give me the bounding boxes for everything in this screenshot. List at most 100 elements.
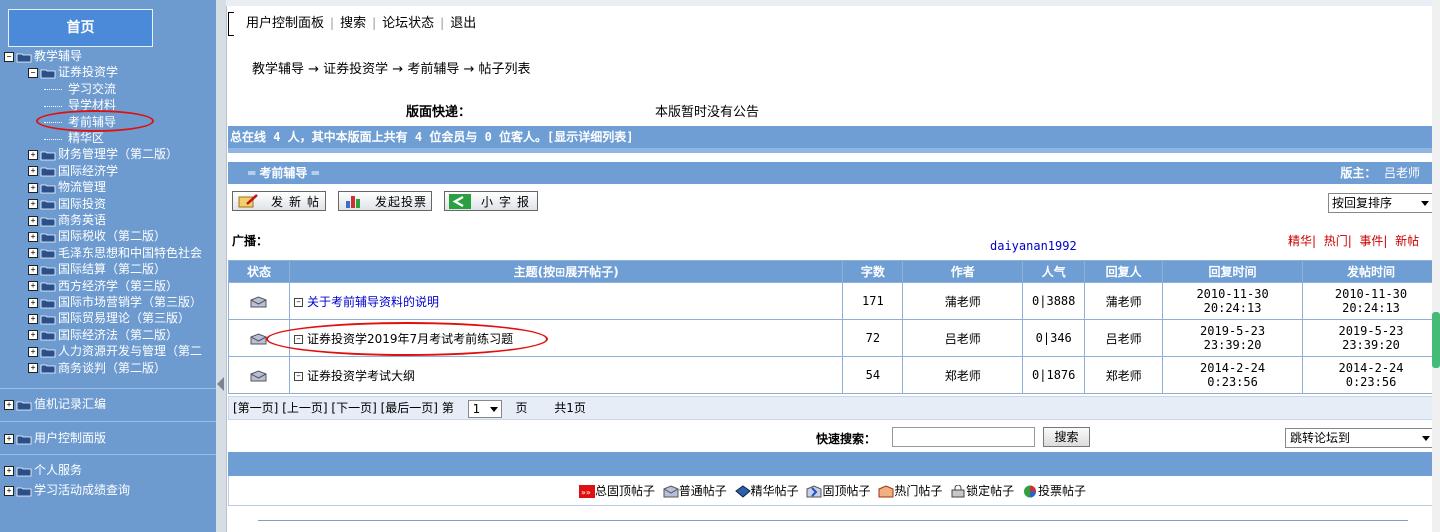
expand-icon[interactable]: + — [28, 330, 38, 341]
expand-icon[interactable]: − — [293, 371, 303, 381]
sidebar-item[interactable]: + 国际结算（第二版） — [28, 261, 166, 277]
replier-cell[interactable]: 郑老师 — [1084, 356, 1164, 394]
sidebar-item[interactable]: + 国际投资 — [28, 196, 106, 212]
divider — [0, 454, 216, 455]
menu-forum-status[interactable]: 论坛状态 — [376, 16, 440, 31]
search-input[interactable] — [892, 427, 1035, 447]
home-button[interactable]: 首页 — [8, 9, 153, 47]
expand-icon[interactable]: + — [4, 465, 14, 476]
expand-icon[interactable]: + — [28, 313, 38, 324]
expand-icon[interactable]: + — [28, 281, 38, 292]
expand-icon[interactable]: − — [293, 297, 303, 307]
first-page-link[interactable]: [第一页] — [233, 401, 278, 415]
sidebar-item[interactable]: + 财务管理学（第二版） — [28, 146, 178, 162]
expand-icon[interactable]: + — [28, 182, 38, 193]
expand-icon[interactable]: + — [28, 248, 38, 259]
menu-search[interactable]: 搜索 — [334, 16, 372, 31]
search-button[interactable]: 搜索 — [1043, 427, 1090, 447]
sidebar-section-grades[interactable]: + 学习活动成绩查询 — [4, 482, 130, 498]
sidebar-item[interactable]: + 西方经济学（第三版） — [28, 278, 178, 294]
new-post-button[interactable]: 发新帖 — [232, 191, 326, 211]
collapse-icon[interactable]: − — [28, 67, 38, 78]
collapse-icon[interactable]: − — [4, 51, 14, 62]
prev-page-link[interactable]: [上一页] — [282, 401, 327, 415]
collapse-arrow-icon[interactable] — [217, 377, 224, 391]
broadcast-user[interactable]: daiyanan1992 — [990, 239, 1077, 253]
author-cell[interactable]: 蒲老师 — [902, 282, 1024, 320]
expand-icon[interactable]: + — [28, 346, 38, 357]
sidebar-item[interactable]: 导学材料 — [44, 97, 116, 113]
scrollbar[interactable] — [1432, 0, 1440, 532]
sidebar-item[interactable]: 学习交流 — [44, 81, 116, 97]
sidebar-section-duty-log[interactable]: + 值机记录汇编 — [4, 396, 106, 412]
sidebar-item[interactable]: + 国际贸易理论（第三版） — [28, 310, 190, 326]
new-poll-button[interactable]: 发起投票 — [338, 191, 432, 211]
sidebar-item[interactable]: − 证券投资学 — [28, 64, 118, 80]
scrollbar-thumb[interactable] — [1432, 312, 1440, 368]
replier-cell[interactable]: 蒲老师 — [1084, 282, 1164, 320]
type-link-event[interactable]: 事件 — [1359, 234, 1383, 248]
last-page-link[interactable]: [最后一页] — [381, 401, 438, 415]
author-cell[interactable]: 郑老师 — [902, 356, 1024, 394]
pinned-icon — [806, 485, 822, 498]
expand-icon[interactable]: + — [28, 264, 38, 275]
next-page-link[interactable]: [下一页] — [331, 401, 376, 415]
table-row[interactable]: − 证券投资学2019年7月考试考前练习题 72 吕老师 0|346 吕老师 2019-5-… — [228, 319, 1440, 357]
expand-icon[interactable]: + — [28, 297, 38, 308]
col-words: 字数 — [842, 260, 904, 283]
show-list-link[interactable]: [显示详细列表] — [547, 130, 633, 144]
table-row[interactable]: − 证券投资学考试大纲 54 郑老师 0|1876 郑老师 2014-2-24 0:23:56… — [228, 356, 1440, 394]
sidebar-item[interactable]: + 商务谈判（第二版） — [28, 360, 166, 376]
sidebar-item[interactable]: + 国际经济法（第二版） — [28, 327, 178, 343]
expand-icon[interactable]: + — [28, 166, 38, 177]
type-link-hot[interactable]: 热门 — [1324, 234, 1348, 248]
expand-icon[interactable]: + — [4, 433, 14, 444]
sidebar-item[interactable]: + 国际经济学 — [28, 163, 118, 179]
type-link-new[interactable]: 新帖 — [1395, 234, 1419, 248]
tree-connector — [44, 88, 62, 91]
sidebar-section-personal[interactable]: + 个人服务 — [4, 462, 82, 478]
expand-icon[interactable]: + — [4, 399, 14, 410]
sidebar-item[interactable]: 精华区 — [44, 130, 104, 146]
thread-title[interactable]: 证券投资学考试大纲 — [307, 369, 415, 383]
sidebar-section-user-panel[interactable]: + 用户控制面版 — [4, 430, 106, 446]
small-news-button[interactable]: 小字报 — [444, 191, 538, 211]
col-hits: 人气 — [1022, 260, 1086, 283]
thread-title[interactable]: 证券投资学2019年7月考试考前练习题 — [307, 332, 513, 346]
forum-jump-select[interactable]: 跳转论坛到 — [1285, 428, 1435, 448]
mail-icon — [250, 369, 267, 381]
topbar-edge — [228, 12, 234, 36]
replier-cell[interactable]: 吕老师 — [1084, 319, 1164, 357]
sidebar-item[interactable]: + 商务英语 — [28, 212, 106, 228]
total-pages: 共1页 — [554, 401, 586, 415]
author-cell[interactable]: 吕老师 — [902, 319, 1024, 357]
sidebar-item[interactable]: + 物流管理 — [28, 179, 106, 195]
expand-icon[interactable]: − — [293, 334, 303, 344]
thread-title[interactable]: 关于考前辅导资料的说明 — [307, 295, 439, 309]
expand-icon[interactable]: + — [28, 149, 38, 160]
sidebar-item[interactable]: + 毛泽东思想和中国特色社会 — [28, 245, 202, 261]
sidebar-collapse-handle[interactable] — [216, 0, 227, 532]
table-row[interactable]: − 关于考前辅导资料的说明 171 蒲老师 0|3888 蒲老师 2010-11-30 20:… — [228, 282, 1440, 320]
expand-icon[interactable]: + — [28, 199, 38, 210]
sidebar-item[interactable]: + 国际市场营销学（第三版） — [28, 294, 202, 310]
menu-user-panel[interactable]: 用户控制面板 — [240, 16, 330, 31]
global-top-icon: »» — [578, 485, 595, 498]
type-link-featured[interactable]: 精华 — [1288, 234, 1312, 248]
page-select[interactable]: 1 — [467, 399, 502, 418]
expand-icon[interactable]: + — [4, 485, 14, 496]
broadcast-label: 广播： — [232, 234, 269, 248]
type-links: 精华| 热门| 事件| 新帖 — [1288, 234, 1420, 248]
sidebar-item[interactable]: + 国际税收（第二版） — [28, 228, 166, 244]
moderator-name[interactable]: 吕老师 — [1384, 166, 1420, 180]
sidebar-item[interactable]: 考前辅导 — [44, 114, 116, 130]
expand-icon[interactable]: + — [28, 231, 38, 242]
expand-icon[interactable]: + — [28, 363, 38, 374]
sidebar-item[interactable]: − 教学辅导 — [4, 48, 82, 64]
expand-icon[interactable]: + — [28, 215, 38, 226]
col-subject[interactable]: 主题(按⊞展开帖子) — [288, 260, 844, 283]
menu-logout[interactable]: 退出 — [444, 16, 482, 31]
col-replier: 回复人 — [1084, 260, 1164, 283]
sort-select[interactable]: 按回复排序 — [1328, 193, 1434, 213]
sidebar-item[interactable]: + 人力资源开发与管理（第二 — [28, 343, 202, 359]
